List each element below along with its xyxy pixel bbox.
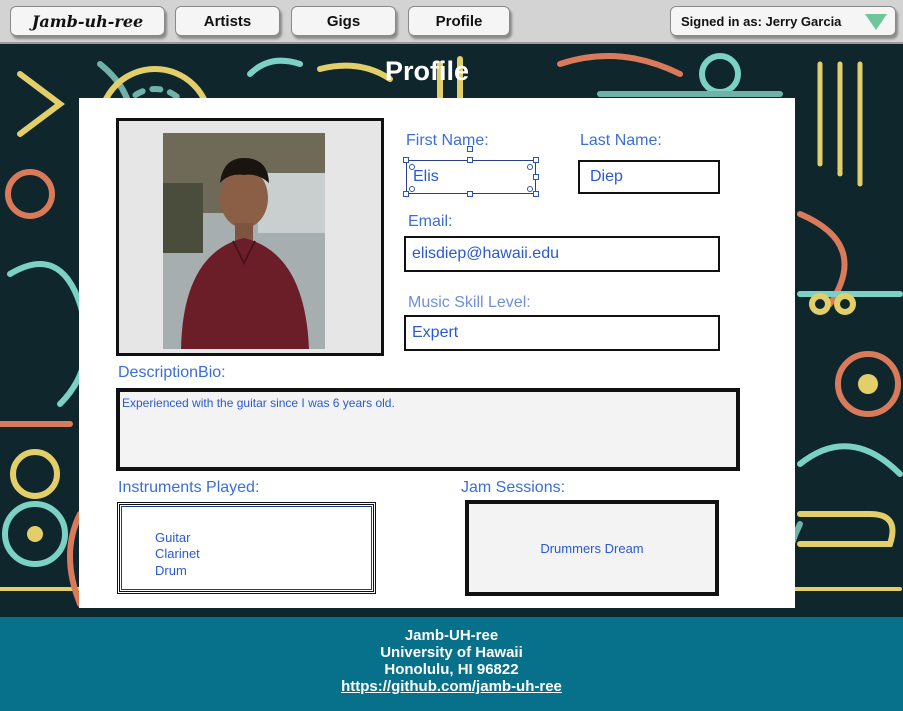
signed-in-label: Signed in as: Jerry Garcia [681,13,842,29]
list-item: Drummers Dream [540,540,644,556]
skill-value: Expert [412,324,459,341]
email-value: elisdiep@hawaii.edu [412,245,559,262]
first-name-value: Elis [413,168,439,185]
anchor-dot [409,186,415,192]
github-link[interactable]: https://github.com/jamb-uh-ree [341,678,562,695]
last-name-field[interactable]: Diep [578,160,720,194]
bio-value: Experienced with the guitar since I was … [122,396,395,410]
signed-in-dropdown[interactable]: Signed in as: Jerry Garcia [670,6,896,36]
footer-address: Honolulu, HI 96822 [384,661,519,678]
chevron-down-icon[interactable] [865,14,887,30]
profile-photo [163,133,325,349]
brand-button[interactable]: Jamb-uh-ree [10,6,165,36]
instruments-list[interactable]: Guitar Clarinet Drum [117,502,376,594]
bio-textarea[interactable]: Experienced with the guitar since I was … [116,388,740,471]
resize-handle[interactable] [533,157,539,163]
footer-university: University of Hawaii [380,644,523,661]
first-name-label: First Name: [406,132,489,149]
anchor-dot [527,164,533,170]
anchor-dot [527,186,533,192]
resize-handle[interactable] [467,157,473,163]
email-label: Email: [408,213,453,230]
rotate-handle[interactable] [467,146,473,152]
first-name-field[interactable]: Elis [406,160,536,194]
nav-artists[interactable]: Artists [175,6,280,36]
jam-sessions-list[interactable]: Drummers Dream [465,500,719,596]
page-title: Profile [385,56,470,86]
profile-photo-frame [116,118,384,356]
list-item: Clarinet [155,546,200,561]
anchor-dot [409,164,415,170]
last-name-value: Diep [590,168,623,185]
resize-handle[interactable] [403,157,409,163]
last-name-label: Last Name: [580,132,662,149]
resize-handle[interactable] [533,174,539,180]
nav-profile[interactable]: Profile [408,6,510,36]
resize-handle[interactable] [403,191,409,197]
person-photo-image [163,133,325,349]
jam-sessions-label: Jam Sessions: [461,479,566,496]
nav-gigs[interactable]: Gigs [291,6,396,36]
instruments-label: Instruments Played: [118,479,260,496]
resize-handle[interactable] [533,191,539,197]
skill-label: Music Skill Level: [408,294,531,311]
skill-field[interactable]: Expert [404,315,720,351]
list-item: Guitar [155,530,191,545]
top-nav: Jamb-uh-ree Artists Gigs Profile Signed … [0,0,903,44]
email-field[interactable]: elisdiep@hawaii.edu [404,236,720,272]
footer: Jamb-UH-ree University of Hawaii Honolul… [0,617,903,711]
resize-handle[interactable] [467,191,473,197]
footer-org: Jamb-UH-ree [404,627,499,644]
bio-label: DescriptionBio: [118,364,226,381]
list-item: Drum [155,563,187,578]
